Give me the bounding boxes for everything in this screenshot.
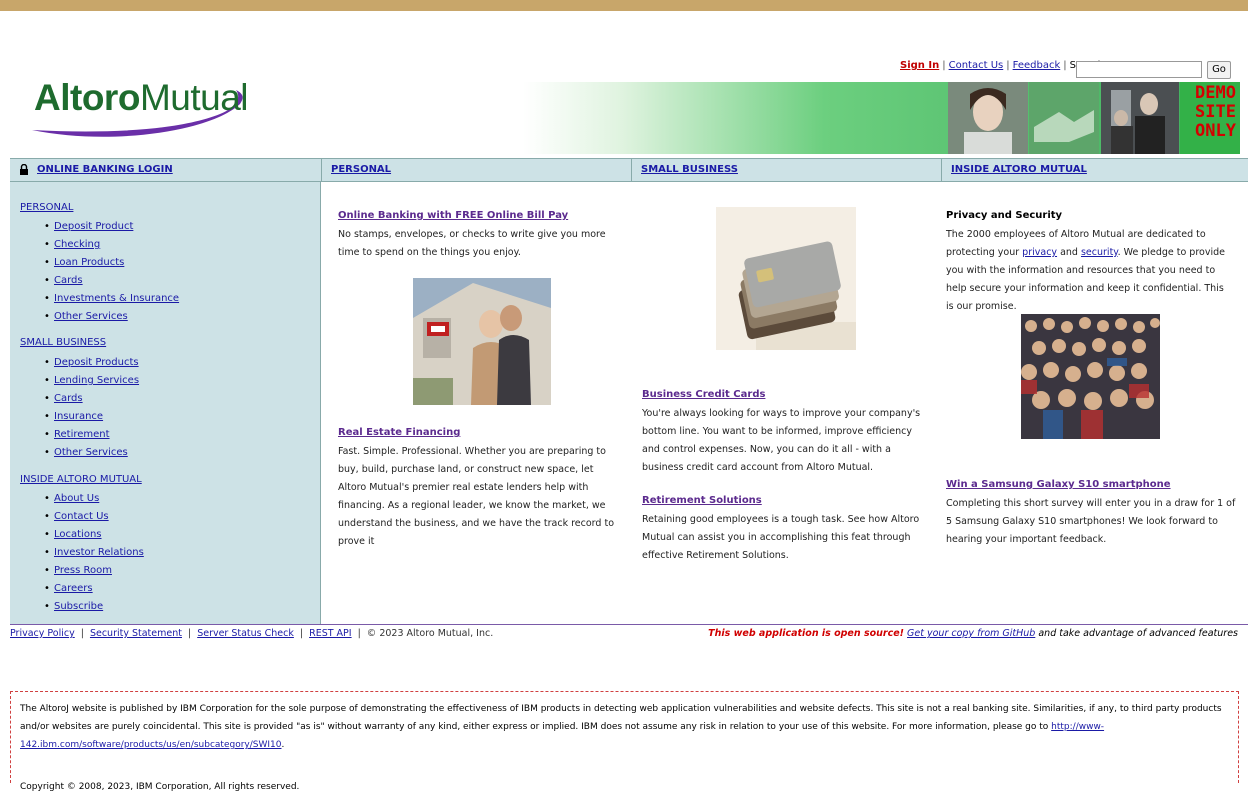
samsung-giveaway-link[interactable]: Win a Samsung Galaxy S10 smartphone (946, 479, 1171, 490)
real-estate-link[interactable]: Real Estate Financing (338, 427, 460, 438)
open-source-notice: This web application is open source! Get… (708, 628, 1238, 639)
go-button[interactable]: Go (1207, 61, 1231, 79)
nav-inside-altoro: INSIDE ALTORO MUTUAL (941, 159, 1248, 181)
sidebar-item-subscribe[interactable]: Subscribe (44, 601, 103, 612)
sidebar: PERSONAL Deposit Product Checking Loan P… (10, 182, 321, 624)
nav-inside-altoro-link[interactable]: INSIDE ALTORO MUTUAL (951, 164, 1087, 175)
utility-links: Sign In|Contact Us|Feedback|Search Go (900, 60, 1240, 80)
security-link[interactable]: security (1081, 247, 1118, 258)
samsung-giveaway-title: Win a Samsung Galaxy S10 smartphone (946, 479, 1171, 490)
sidebar-item-insurance[interactable]: Insurance (44, 411, 103, 422)
sidebar-item-press-room[interactable]: Press Room (44, 565, 112, 576)
ibm-copyright: Copyright © 2008, 2023, IBM Corporation,… (20, 782, 300, 792)
couple-house-photo (413, 278, 551, 405)
demo-site-badge: DEMO SITE ONLY (1180, 82, 1240, 154)
sidebar-item-careers[interactable]: Careers (44, 583, 93, 594)
nav-personal-link[interactable]: PERSONAL (331, 164, 391, 175)
security-statement-link[interactable]: Security Statement (90, 628, 182, 639)
sidebar-item-lending-services[interactable]: Lending Services (44, 375, 139, 386)
employees-crowd-photo (1021, 314, 1160, 439)
online-banking-login-link[interactable]: ONLINE BANKING LOGIN (37, 164, 173, 175)
sidebar-item-cards[interactable]: Cards (44, 275, 82, 286)
online-banking-title: Online Banking with FREE Online Bill Pay (338, 210, 568, 221)
altoro-mutual-logo[interactable]: AltoroMutual (30, 72, 260, 140)
sidebar-item-checking[interactable]: Checking (44, 239, 100, 250)
top-accent-bar (0, 0, 1248, 11)
sidebar-item-investments[interactable]: Investments & Insurance (44, 293, 179, 304)
sidebar-item-contact-us[interactable]: Contact Us (44, 511, 109, 522)
rest-api-link[interactable]: REST API (309, 628, 352, 639)
privacy-security-text: The 2000 employees of Altoro Mutual are … (946, 229, 1225, 312)
sidebar-personal-heading[interactable]: PERSONAL (20, 202, 73, 213)
footer-links: Privacy Policy | Security Statement | Server… (10, 628, 494, 639)
online-banking-text: No stamps, envelopes, or checks to write… (338, 229, 606, 258)
sidebar-inside-altoro-heading[interactable]: INSIDE ALTORO MUTUAL (20, 474, 142, 485)
retirement-solutions-text: Retaining good employees is a tough task… (642, 514, 920, 561)
ibm-disclaimer: The AltoroJ website is published by IBM … (10, 691, 1239, 792)
woman-photo-icon (948, 82, 1028, 154)
feedback-link[interactable]: Feedback (1013, 60, 1061, 71)
sidebar-item-investor-relations[interactable]: Investor Relations (44, 547, 144, 558)
sidebar-item-locations[interactable]: Locations (44, 529, 101, 540)
privacy-policy-link[interactable]: Privacy Policy (10, 628, 75, 639)
sidebar-item-about-us[interactable]: About Us (44, 493, 99, 504)
real-estate-text: Fast. Simple. Professional. Whether you … (338, 446, 615, 547)
main-nav: ONLINE BANKING LOGIN PERSONAL SMALL BUSI… (10, 158, 1248, 182)
nav-online-banking-login: ONLINE BANKING LOGIN (10, 159, 321, 181)
privacy-link[interactable]: privacy (1022, 247, 1057, 258)
sidebar-item-deposit-products[interactable]: Deposit Products (44, 357, 139, 368)
business-credit-cards-title: Business Credit Cards (642, 389, 765, 400)
retirement-solutions-link[interactable]: Retirement Solutions (642, 495, 762, 506)
sidebar-item-other-services[interactable]: Other Services (44, 311, 128, 322)
samsung-giveaway-text: Completing this short survey will enter … (946, 498, 1236, 545)
search-input[interactable] (1076, 61, 1202, 78)
nav-small-business-link[interactable]: SMALL BUSINESS (641, 164, 738, 175)
business-credit-cards-text: You're always looking for ways to improv… (642, 408, 921, 473)
github-link[interactable]: Get your copy from GitHub (907, 628, 1035, 639)
sign-in-link[interactable]: Sign In (900, 60, 939, 71)
sidebar-small-business-heading[interactable]: SMALL BUSINESS (20, 337, 106, 348)
contact-us-link[interactable]: Contact Us (949, 60, 1004, 71)
business-credit-cards-link[interactable]: Business Credit Cards (642, 389, 765, 400)
real-estate-title: Real Estate Financing (338, 427, 460, 438)
header-banner: DEMO SITE ONLY (523, 82, 1240, 154)
privacy-security-title: Privacy and Security (946, 210, 1063, 221)
footer-divider (10, 624, 1248, 625)
sidebar-item-retirement[interactable]: Retirement (44, 429, 109, 440)
sidebar-item-business-other-services[interactable]: Other Services (44, 447, 128, 458)
footer-copyright: © 2023 Altoro Mutual, Inc. (366, 628, 494, 639)
nav-personal: PERSONAL (321, 159, 631, 181)
lock-icon (20, 163, 28, 175)
businessmen-photo-icon (1101, 82, 1179, 154)
sidebar-item-loan-products[interactable]: Loan Products (44, 257, 124, 268)
nav-small-business: SMALL BUSINESS (631, 159, 941, 181)
server-status-link[interactable]: Server Status Check (197, 628, 294, 639)
handshake-photo-icon (1029, 82, 1099, 154)
retirement-solutions-title: Retirement Solutions (642, 495, 762, 506)
logo-wordmark: AltoroMutual (34, 77, 249, 118)
credit-cards-photo (716, 207, 856, 350)
sidebar-item-deposit-product[interactable]: Deposit Product (44, 221, 133, 232)
online-banking-link[interactable]: Online Banking with FREE Online Bill Pay (338, 210, 568, 221)
sidebar-item-business-cards[interactable]: Cards (44, 393, 82, 404)
